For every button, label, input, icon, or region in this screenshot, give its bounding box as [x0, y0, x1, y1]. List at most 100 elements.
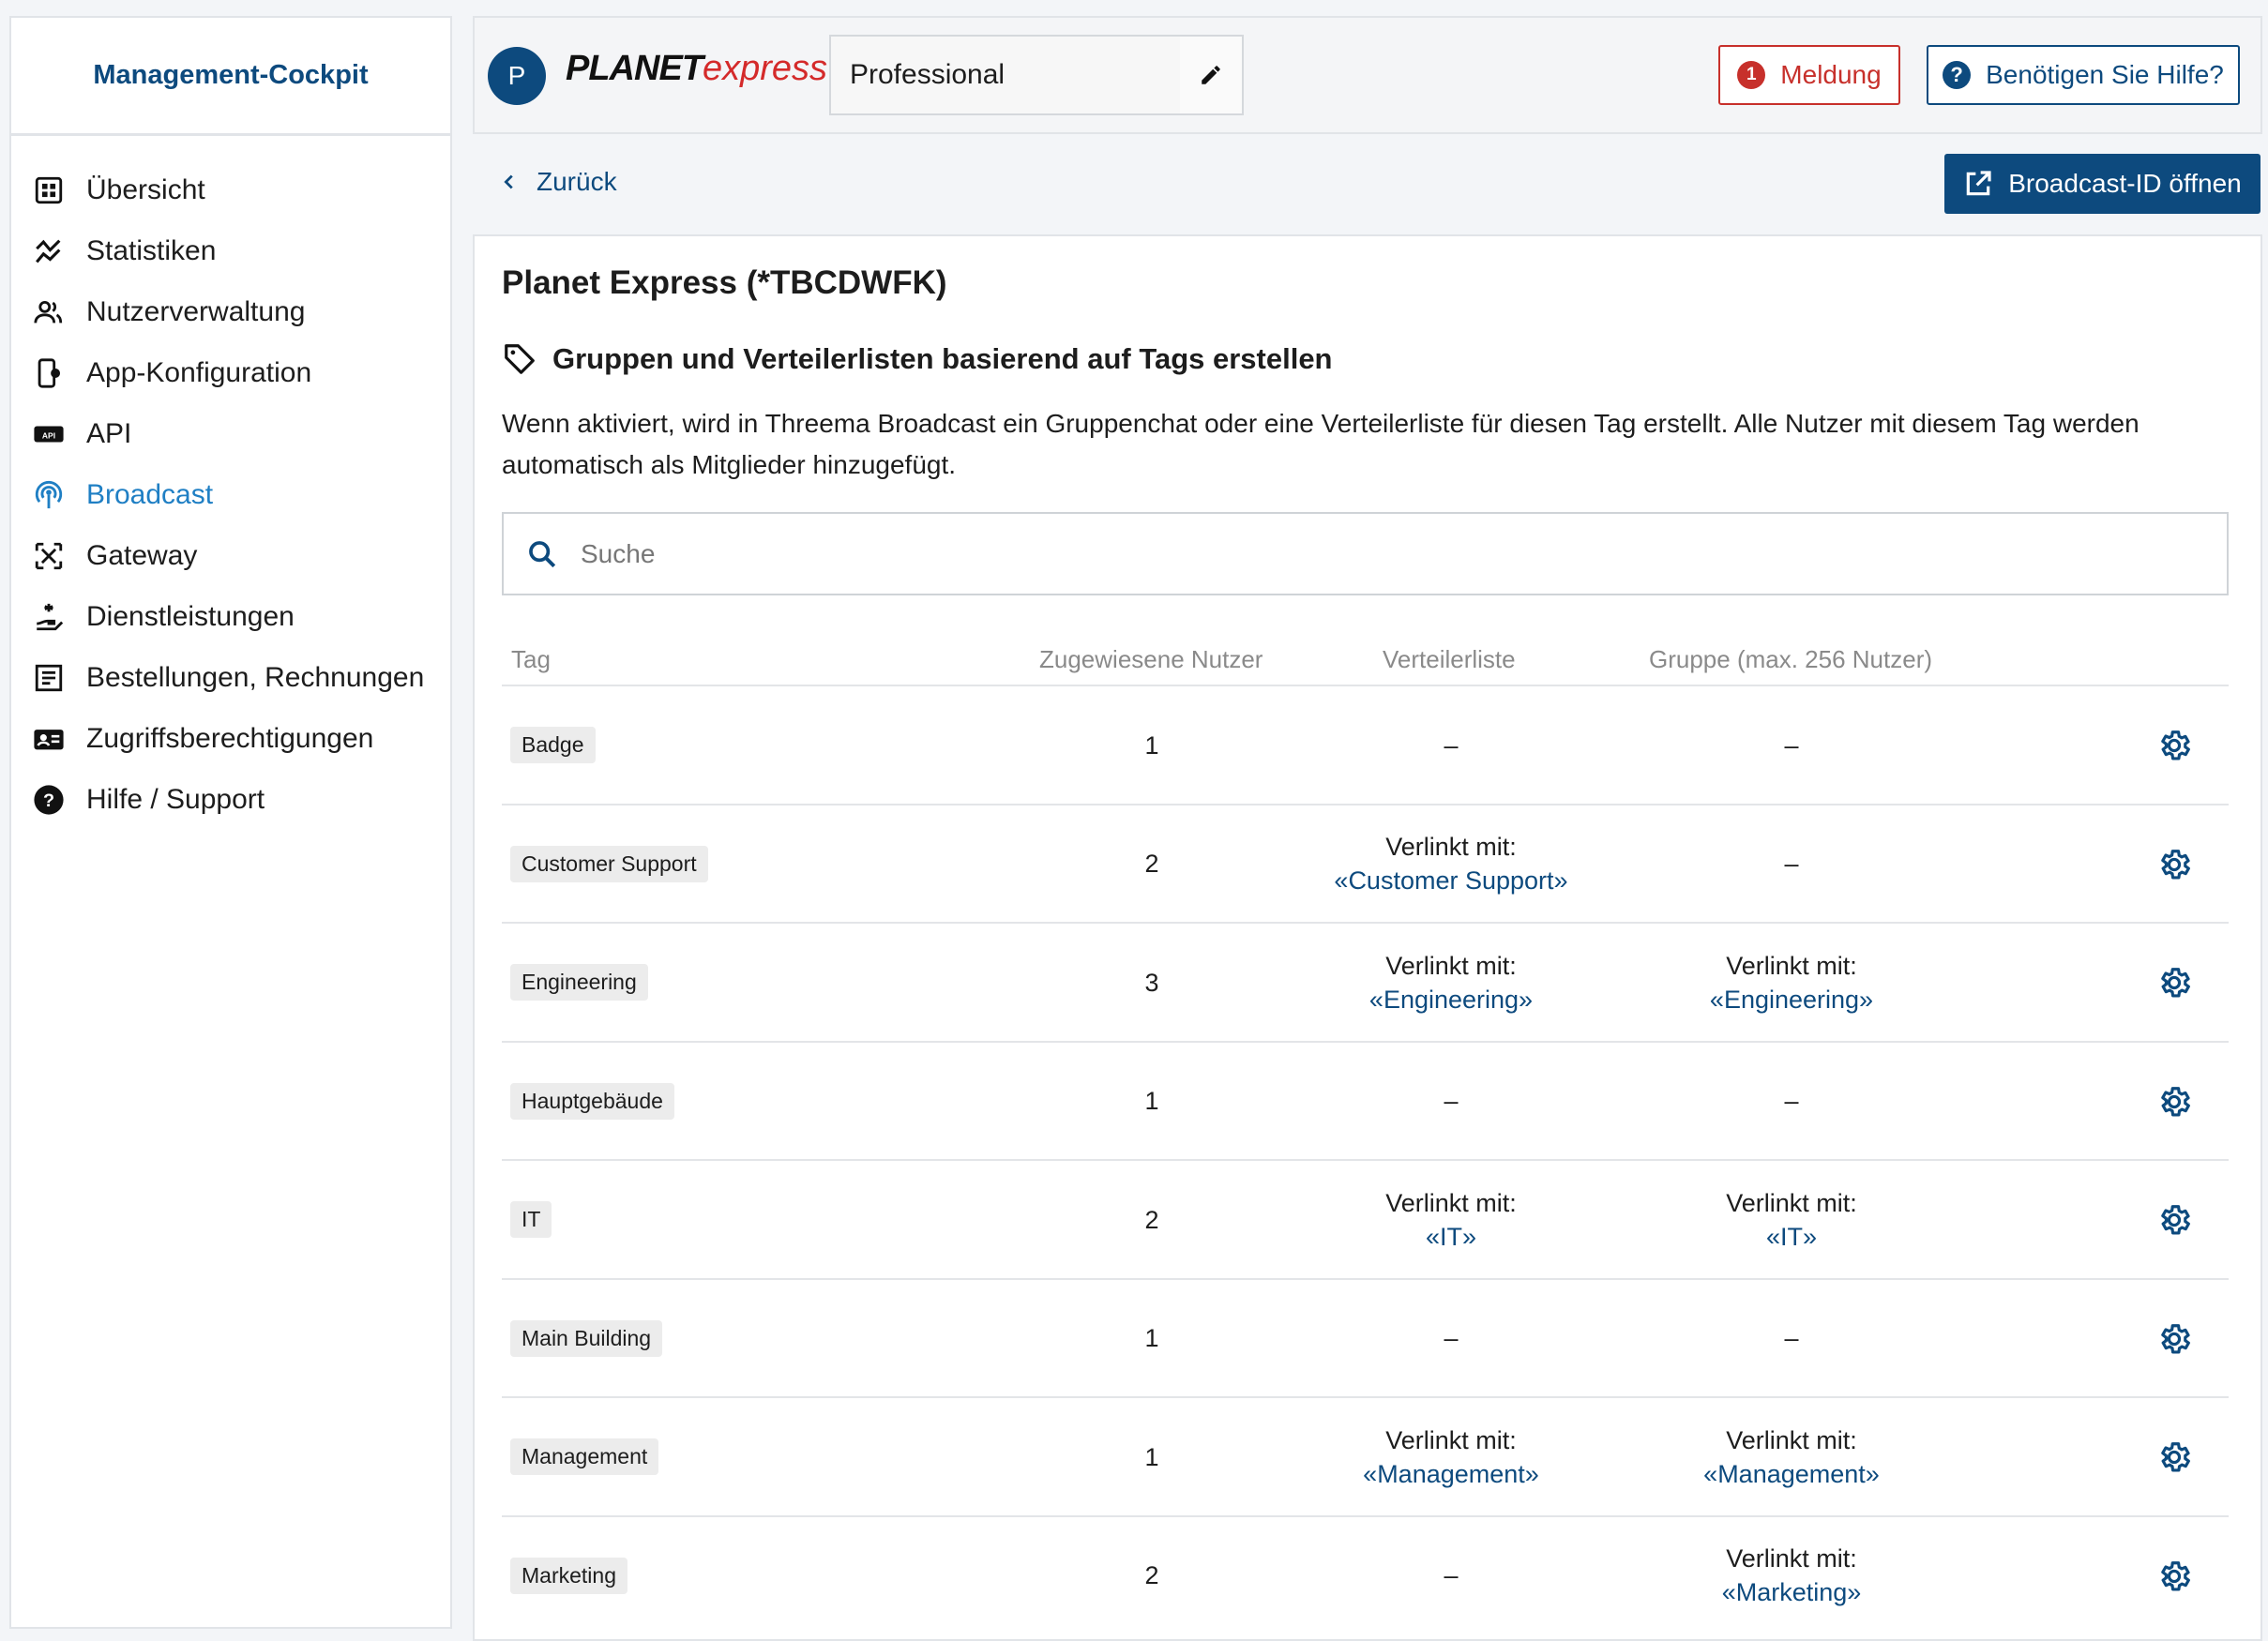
search-field[interactable]: [502, 512, 2229, 595]
section-title: Gruppen und Verteilerlisten basierend au…: [552, 342, 1333, 376]
edit-plan-button[interactable]: [1180, 37, 1242, 113]
group-linked-label: Verlinkt mit:: [1726, 1186, 1857, 1220]
column-header-group[interactable]: Gruppe (max. 256 Nutzer): [1649, 645, 1932, 674]
assigned-users: 1: [1058, 686, 1246, 804]
notification-button[interactable]: 1Meldung: [1718, 45, 1900, 105]
back-label: Zurück: [537, 167, 617, 197]
distribution-list-cell: Verlinkt mit:«Engineering»: [1263, 924, 1639, 1041]
distribution-list-cell: –: [1263, 1517, 1639, 1634]
gear-icon[interactable]: [2156, 1321, 2192, 1357]
column-header-distribution-list[interactable]: Verteilerliste: [1383, 645, 1516, 674]
group-link[interactable]: «Engineering»: [1710, 983, 1873, 1016]
group-link[interactable]: «Management»: [1703, 1457, 1880, 1491]
table-row: Customer Support 2 Verlinkt mit:«Custome…: [502, 804, 2229, 923]
id-card-icon: [32, 722, 66, 756]
sidebar-item-label: Broadcast: [86, 479, 213, 511]
question-icon: ?: [1943, 61, 1971, 89]
avatar[interactable]: P: [488, 47, 546, 105]
distribution-list-empty: –: [1444, 729, 1458, 762]
distribution-list-link[interactable]: «IT»: [1426, 1220, 1476, 1254]
distribution-list-cell: –: [1263, 686, 1639, 804]
group-empty: –: [1784, 1084, 1798, 1118]
table-row: Main Building 1 – –: [502, 1278, 2229, 1397]
gear-icon[interactable]: [2156, 728, 2192, 763]
gear-icon[interactable]: [2156, 1084, 2192, 1120]
open-broadcast-label: Broadcast-ID öffnen: [2008, 169, 2242, 199]
sidebar-item-api[interactable]: APIAPI: [11, 403, 450, 464]
back-link[interactable]: Zurück: [499, 167, 617, 197]
distribution-list-empty: –: [1444, 1321, 1458, 1355]
section-heading: Gruppen und Verteilerlisten basierend au…: [502, 341, 1333, 377]
help-button[interactable]: ?Benötigen Sie Hilfe?: [1927, 45, 2240, 105]
gear-icon[interactable]: [2156, 847, 2192, 882]
assigned-users: 3: [1058, 924, 1246, 1041]
group-linked-label: Verlinkt mit:: [1726, 949, 1857, 983]
group-link[interactable]: «Marketing»: [1722, 1575, 1862, 1609]
assigned-users: 1: [1058, 1280, 1246, 1397]
assigned-users: 2: [1058, 1161, 1246, 1278]
assigned-users: 1: [1058, 1398, 1246, 1515]
sidebar-item-bestellungen-rechnungen[interactable]: Bestellungen, Rechnungen: [11, 647, 450, 708]
group-cell: –: [1604, 1280, 1979, 1397]
group-cell: Verlinkt mit:«Marketing»: [1604, 1517, 1979, 1634]
distribution-list-link[interactable]: «Engineering»: [1369, 983, 1533, 1016]
distribution-list-cell: Verlinkt mit:«Management»: [1263, 1398, 1639, 1515]
sidebar-item-hilfe-support[interactable]: ?Hilfe / Support: [11, 769, 450, 830]
table-row: Management 1 Verlinkt mit:«Management» V…: [502, 1396, 2229, 1515]
group-cell: Verlinkt mit:«IT»: [1604, 1161, 1979, 1278]
sidebar-item-label: Bestellungen, Rechnungen: [86, 662, 424, 694]
sidebar-item-nutzerverwaltung[interactable]: Nutzerverwaltung: [11, 281, 450, 342]
logo-light: express: [703, 49, 827, 88]
search-input[interactable]: [581, 539, 2175, 569]
sidebar-item-dienstleistungen[interactable]: Dienstleistungen: [11, 586, 450, 647]
tag-badge: Engineering: [510, 964, 648, 1001]
svg-text:API: API: [42, 430, 55, 440]
sidebar-item-gateway[interactable]: Gateway: [11, 525, 450, 586]
table-row: Badge 1 – –: [502, 685, 2229, 804]
plan-field[interactable]: Professional: [829, 35, 1244, 115]
users-icon: [32, 295, 66, 329]
open-broadcast-id-button[interactable]: Broadcast-ID öffnen: [1944, 154, 2260, 214]
group-link[interactable]: «IT»: [1766, 1220, 1817, 1254]
sidebar-item-statistiken[interactable]: Statistiken: [11, 220, 450, 281]
help-icon: ?: [32, 783, 66, 817]
sidebar-item-label: Gateway: [86, 540, 197, 572]
distribution-list-empty: –: [1444, 1084, 1458, 1118]
section-description: Wenn aktiviert, wird in Threema Broadcas…: [502, 403, 2218, 486]
sidebar-item-label: App-Konfiguration: [86, 357, 311, 389]
gear-icon[interactable]: [2156, 1202, 2192, 1238]
sidebar-nav: ÜbersichtStatistiken Nutzerverwaltung App-…: [11, 136, 450, 830]
broadcast-icon: [32, 478, 66, 512]
svg-text:?: ?: [43, 790, 54, 811]
sidebar-item-broadcast[interactable]: Broadcast: [11, 464, 450, 525]
distribution-list-linked-label: Verlinkt mit:: [1385, 830, 1517, 864]
sidebar-item-label: Dienstleistungen: [86, 601, 295, 633]
distribution-list-link[interactable]: «Management»: [1363, 1457, 1539, 1491]
sidebar-item-label: Nutzerverwaltung: [86, 296, 305, 328]
assigned-users: 2: [1058, 805, 1246, 923]
group-cell: –: [1604, 686, 1979, 804]
gear-icon[interactable]: [2156, 1439, 2192, 1475]
distribution-list-link[interactable]: «Customer Support»: [1334, 864, 1567, 897]
invoice-icon: [32, 661, 66, 695]
column-header-tag[interactable]: Tag: [511, 645, 551, 674]
api-icon: API: [32, 417, 66, 451]
gear-icon[interactable]: [2156, 1558, 2192, 1594]
distribution-list-linked-label: Verlinkt mit:: [1385, 949, 1517, 983]
app-config-icon: [32, 356, 66, 390]
group-linked-label: Verlinkt mit:: [1726, 1542, 1857, 1575]
distribution-list-cell: –: [1263, 1280, 1639, 1397]
sidebar-item-übersicht[interactable]: Übersicht: [11, 159, 450, 220]
statistics-icon: [32, 234, 66, 268]
pencil-icon: [1199, 63, 1223, 87]
gear-icon[interactable]: [2156, 965, 2192, 1001]
tag-badge: Customer Support: [510, 846, 708, 882]
column-header-users[interactable]: Zugewiesene Nutzer: [1039, 645, 1263, 674]
assigned-users: 1: [1058, 1043, 1246, 1160]
company-logo: PLANETexpress: [566, 49, 827, 89]
sidebar-item-zugriffsberechtigungen[interactable]: Zugriffsberechtigungen: [11, 708, 450, 769]
notification-label: Meldung: [1780, 60, 1881, 90]
sidebar-title: Management-Cockpit: [11, 18, 450, 136]
sidebar-item-app-konfiguration[interactable]: App-Konfiguration: [11, 342, 450, 403]
sidebar: Management-Cockpit ÜbersichtStatistiken N…: [9, 16, 452, 1629]
